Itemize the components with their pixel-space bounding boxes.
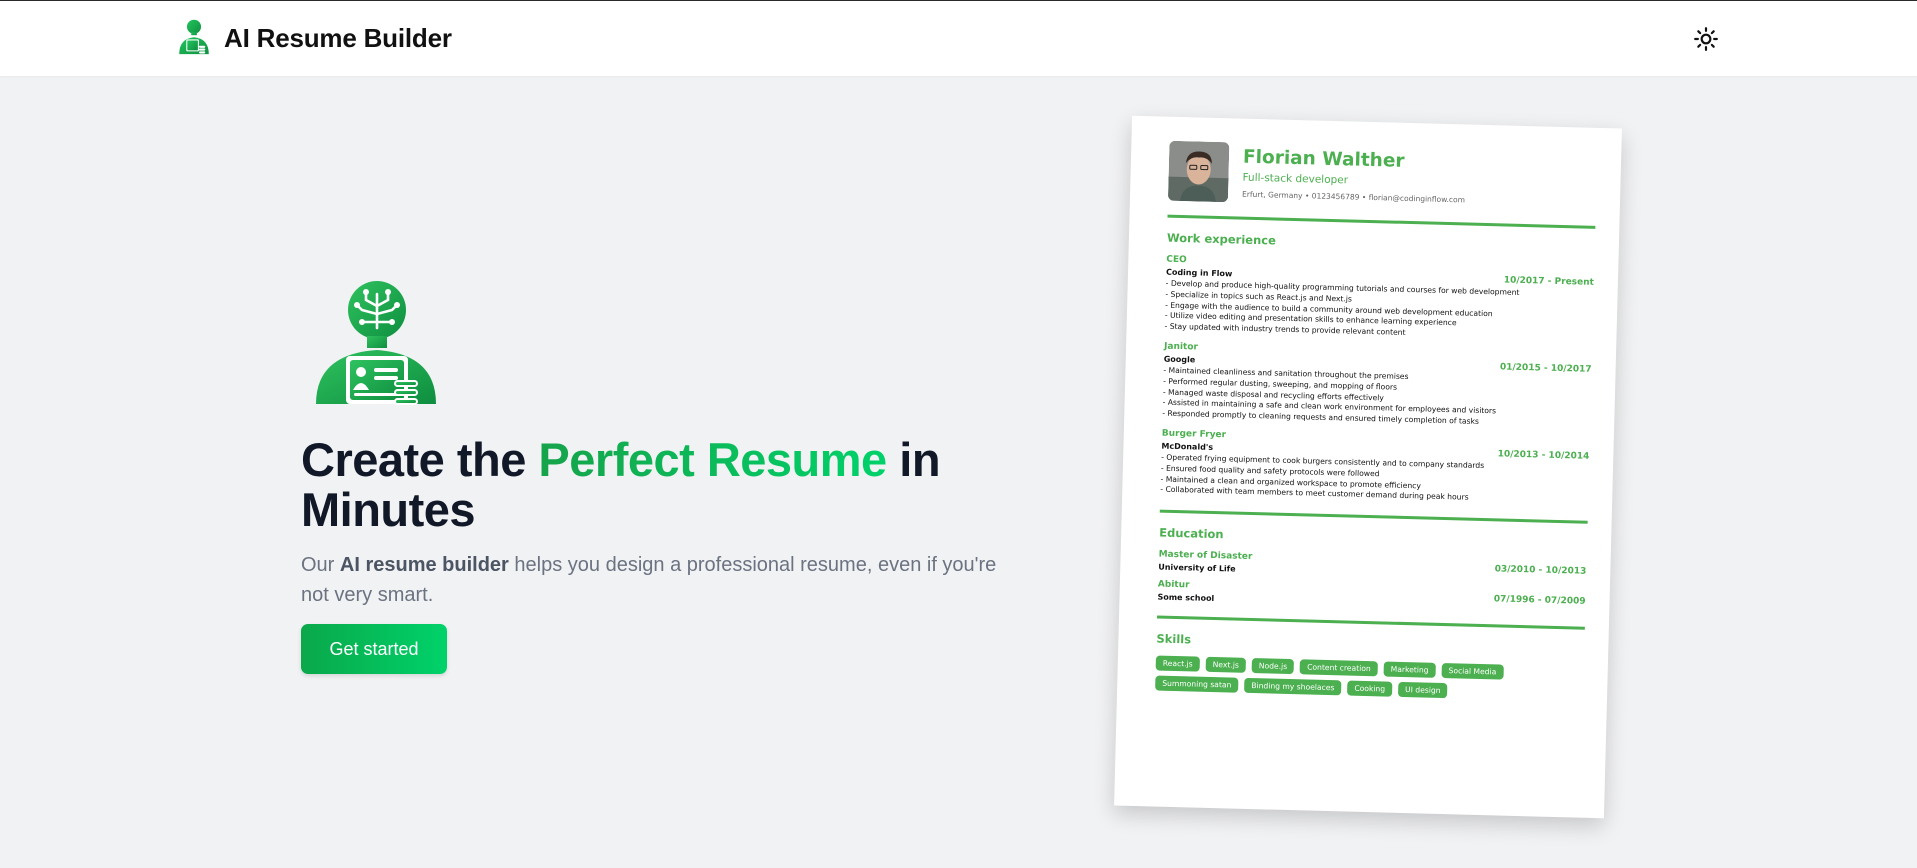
skill-badge: Summoning satan [1155, 675, 1239, 693]
sun-icon [1694, 27, 1718, 51]
job-description: - Develop and produce high-quality progr… [1164, 279, 1593, 344]
top-navbar: AI Resume Builder [0, 1, 1917, 76]
work-item: Janitor Google 01/2015 - 10/2017 - Maint… [1162, 342, 1592, 431]
job-company: Coding in Flow [1165, 267, 1233, 279]
resume-header: Florian Walther Full-stack developer Erf… [1167, 140, 1597, 212]
job-description: - Maintained cleanliness and sanitation … [1162, 366, 1591, 431]
section-heading-work: Work experience [1166, 230, 1277, 248]
hero-headline: Create the Perfect Resume in Minutes [301, 435, 1041, 535]
divider [1159, 509, 1588, 524]
robot-resume-icon [179, 19, 209, 55]
skill-badge: Content creation [1299, 659, 1378, 677]
job-company: Google [1163, 354, 1196, 365]
divider [1167, 214, 1596, 229]
education-item: Master of Disaster 03/2010 - 10/2013 Uni… [1158, 550, 1586, 583]
section-heading-skills: Skills [1156, 631, 1192, 647]
app-title: AI Resume Builder [224, 22, 452, 53]
divider [1156, 615, 1585, 630]
profile-photo [1167, 140, 1230, 203]
theme-toggle-button[interactable] [1693, 26, 1719, 52]
skill-badge: UI design [1397, 682, 1448, 699]
brand-home-link[interactable]: AI Resume Builder [176, 19, 452, 57]
skill-badge: React.js [1155, 655, 1200, 672]
hero-logo [314, 280, 436, 411]
resume-contact: Erfurt, Germany • 0123456789 • florian@c… [1241, 189, 1466, 205]
skill-badge: Node.js [1251, 658, 1295, 675]
job-dates: 10/2013 - 10/2014 [1497, 449, 1590, 462]
skill-badge: Cooking [1347, 680, 1393, 697]
resume-name: Florian Walther [1242, 146, 1405, 172]
get-started-button[interactable]: Get started [301, 624, 447, 674]
skill-badge: Binding my shoelaces [1244, 677, 1342, 696]
education-item: Abitur 07/1996 - 07/2009 Some school [1157, 580, 1585, 613]
skill-badge: Next.js [1205, 656, 1247, 674]
education-degree: Master of Disaster [1158, 549, 1253, 563]
job-dates: 10/2017 - Present [1503, 275, 1595, 288]
skills-list: React.js Next.js Node.js Content creatio… [1155, 655, 1576, 702]
headline-text: Create the [301, 433, 526, 486]
subtext-bold: AI resume builder [339, 554, 509, 576]
headline-accent: Perfect Resume [538, 433, 887, 486]
resume-preview: Florian Walther Full-stack developer Erf… [1114, 115, 1622, 819]
skill-badge: Social Media [1441, 663, 1504, 680]
job-dates: 01/2015 - 10/2017 [1499, 362, 1592, 375]
work-item: CEO Coding in Flow 10/2017 - Present - D… [1164, 255, 1594, 344]
hero-subtext: Our AI resume builder helps you design a… [301, 550, 1021, 610]
job-company: McDonald's [1161, 441, 1214, 452]
skill-badge: Marketing [1383, 661, 1436, 678]
subtext-start: Our [301, 554, 335, 576]
section-heading-education: Education [1159, 525, 1224, 542]
education-degree: Abitur [1157, 579, 1190, 591]
resume-job-title: Full-stack developer [1242, 171, 1349, 187]
robot-resume-icon [316, 281, 436, 405]
job-description: - Operated frying equipment to cook burg… [1160, 453, 1589, 507]
work-item: Burger Fryer McDonald's 10/2013 - 10/201… [1160, 429, 1590, 507]
